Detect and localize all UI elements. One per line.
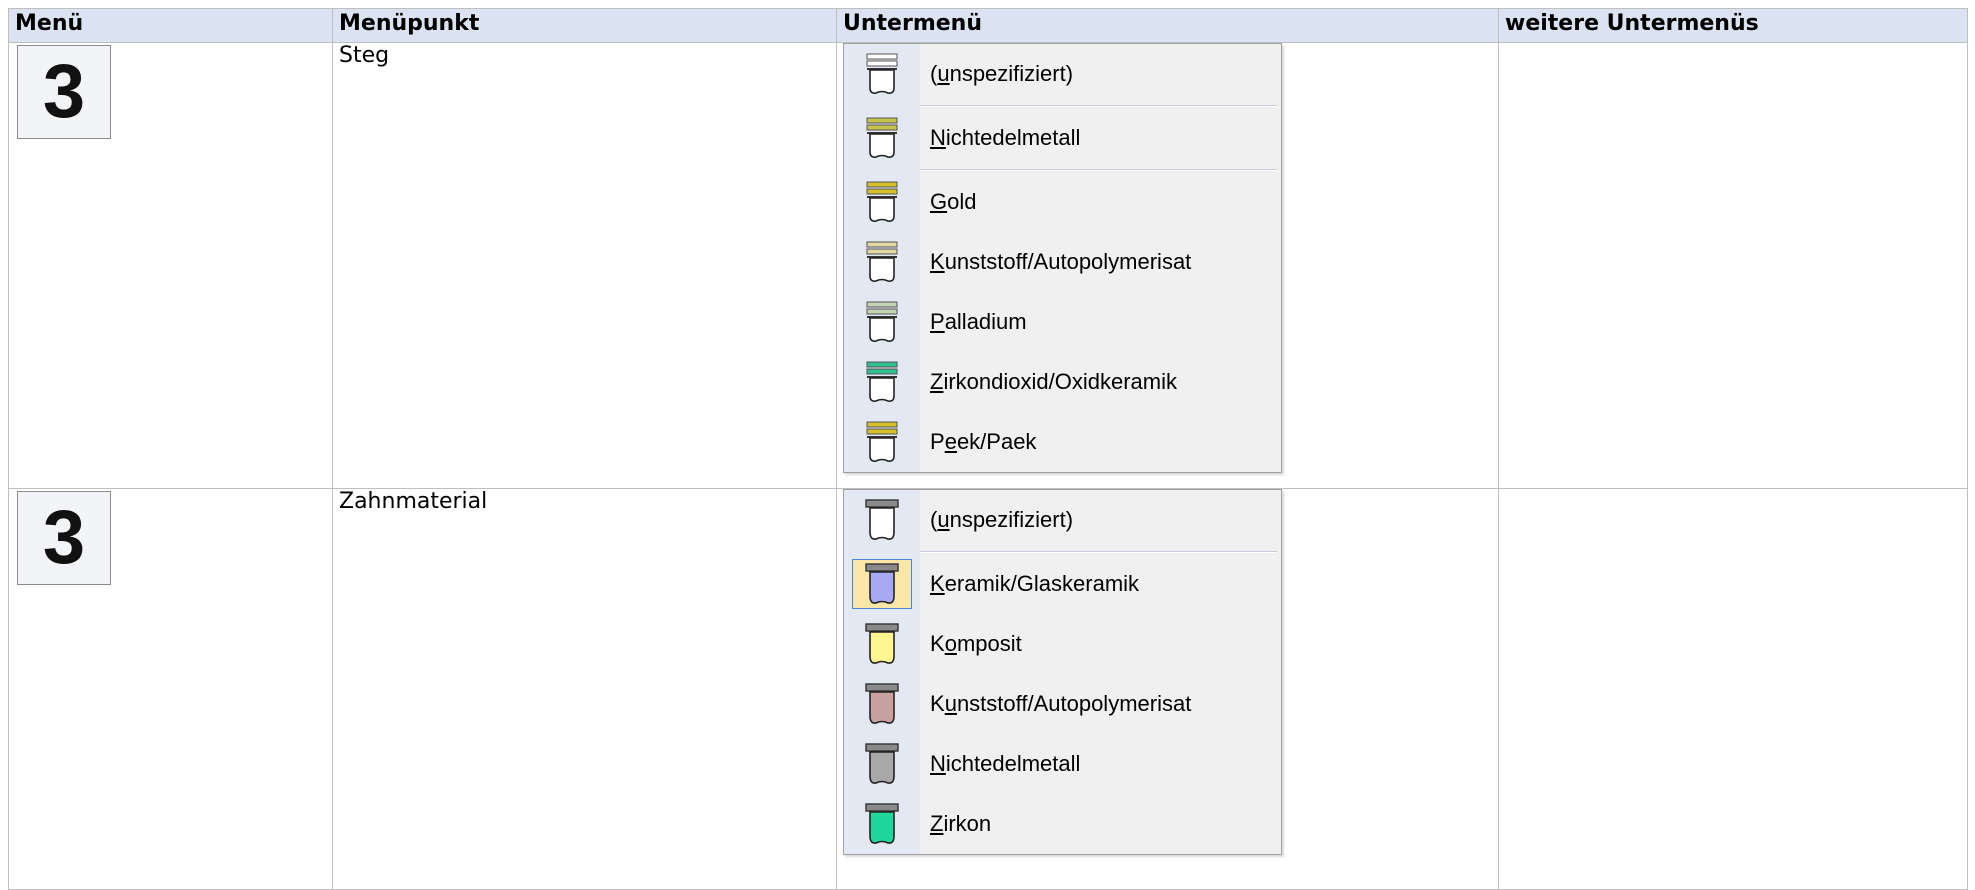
table-row: 3 Steg (unspezifiziert) Nichtedelmetall Go… xyxy=(8,42,1968,489)
label-text: ichtedelmetall xyxy=(945,125,1081,150)
bar-zirconia-icon xyxy=(844,360,920,404)
bar-unspecified-icon xyxy=(844,52,920,96)
tooth-base-metal-icon xyxy=(844,742,920,786)
label-text: alladium xyxy=(944,309,1027,334)
table-row: 3 Zahnmaterial (unspezifiziert) Keramik/G… xyxy=(8,488,1968,890)
menu-item[interactable]: Zirkon xyxy=(844,794,1281,854)
tooth-composite-icon xyxy=(844,622,920,666)
submenu-cell: (unspezifiziert) Nichtedelmetall Gold Kunst… xyxy=(836,42,1499,489)
label-text: ek/Paek xyxy=(956,429,1037,454)
accelerator-key: Z xyxy=(930,369,944,394)
label-text: nststoff/Autopolymerisat xyxy=(956,691,1192,716)
bar-plastic-icon xyxy=(844,240,920,284)
menu-cell: 3 xyxy=(8,42,333,489)
accelerator-key: K xyxy=(930,571,945,596)
tooth-unspecified-icon xyxy=(844,498,920,542)
accelerator-key: G xyxy=(930,189,948,214)
menu-item[interactable]: Palladium xyxy=(844,292,1281,352)
label-text: nspezifiziert) xyxy=(949,61,1074,86)
menu-item[interactable]: (unspezifiziert) xyxy=(844,490,1281,550)
menu-number-icon: 3 xyxy=(17,45,111,139)
menu-item[interactable]: Kunststoff/Autopolymerisat xyxy=(844,232,1281,292)
bar-gold-icon xyxy=(844,180,920,224)
menu-item[interactable]: Nichtedelmetall xyxy=(844,734,1281,794)
header-submenu: Untermenü xyxy=(836,8,1499,43)
bar-palladium-icon xyxy=(844,300,920,344)
accelerator-key: u xyxy=(937,61,950,86)
menu-item-label: (unspezifiziert) xyxy=(930,507,1073,533)
tooth-ceramic-icon xyxy=(844,559,920,609)
header-further-submenus: weitere Untermenüs xyxy=(1498,8,1968,43)
accelerator-key: N xyxy=(930,751,946,776)
label-text: irkon xyxy=(943,811,992,836)
menu-item[interactable]: (unspezifiziert) xyxy=(844,44,1281,104)
bar-base-metal-icon xyxy=(844,116,920,160)
table-header-row: Menü Menüpunkt Untermenü weitere Unterme… xyxy=(8,8,1968,43)
label-text: K xyxy=(930,691,945,716)
menu-item-label: Zirkondioxid/Oxidkeramik xyxy=(930,369,1177,395)
label-text: K xyxy=(930,631,945,656)
menu-item[interactable]: Keramik/Glaskeramik xyxy=(844,554,1281,614)
accelerator-key: K xyxy=(930,249,945,274)
header-menu: Menü xyxy=(8,8,333,43)
label-text: unststoff/Autopolymerisat xyxy=(944,249,1192,274)
label-text: old xyxy=(947,189,977,214)
accelerator-key: u xyxy=(937,507,950,532)
label-text: ichtedelmetall xyxy=(945,751,1081,776)
label-text: eramik/Glaskeramik xyxy=(944,571,1140,596)
label-text: P xyxy=(930,429,945,454)
menu-item-label: Gold xyxy=(930,189,976,215)
menu-item[interactable]: Zirkondioxid/Oxidkeramik xyxy=(844,352,1281,412)
menu-item-label: Nichtedelmetall xyxy=(930,751,1080,777)
menu-item-label: Kunststoff/Autopolymerisat xyxy=(930,691,1191,717)
submenu-cell: (unspezifiziert) Keramik/Glaskeramik Kompo… xyxy=(836,488,1499,890)
selected-item-highlight xyxy=(852,559,912,609)
menu-documentation-table: Menü Menüpunkt Untermenü weitere Unterme… xyxy=(8,8,1968,890)
menuitem-cell: Zahnmaterial xyxy=(332,488,837,890)
menu-item-label: Zirkon xyxy=(930,811,991,837)
header-menuitem: Menüpunkt xyxy=(332,8,837,43)
label-text: mposit xyxy=(956,631,1022,656)
menu-number-icon: 3 xyxy=(17,491,111,585)
label-text: irkondioxid/Oxidkeramik xyxy=(943,369,1177,394)
context-menu-popup: (unspezifiziert) Keramik/Glaskeramik Kompo… xyxy=(843,489,1282,855)
menu-item[interactable]: Komposit xyxy=(844,614,1281,674)
menuitem-cell: Steg xyxy=(332,42,837,489)
label-text: nspezifiziert) xyxy=(949,507,1074,532)
tooth-zirconia-icon xyxy=(844,802,920,846)
tooth-plastic-icon xyxy=(844,682,920,726)
menu-item-label: Keramik/Glaskeramik xyxy=(930,571,1139,597)
menu-item-label: (unspezifiziert) xyxy=(930,61,1073,87)
accelerator-key: e xyxy=(944,429,957,454)
further-submenus-cell xyxy=(1498,488,1968,890)
menu-item-label: Komposit xyxy=(930,631,1022,657)
menu-item-label: Peek/Paek xyxy=(930,429,1036,455)
menu-item-label: Kunststoff/Autopolymerisat xyxy=(930,249,1191,275)
menu-item[interactable]: Gold xyxy=(844,172,1281,232)
menu-item-label: Palladium xyxy=(930,309,1027,335)
menu-item[interactable]: Nichtedelmetall xyxy=(844,108,1281,168)
accelerator-key: o xyxy=(944,631,957,656)
accelerator-key: u xyxy=(944,691,957,716)
further-submenus-cell xyxy=(1498,42,1968,489)
menu-item-label: Nichtedelmetall xyxy=(930,125,1080,151)
menu-cell: 3 xyxy=(8,488,333,890)
accelerator-key: P xyxy=(930,309,945,334)
context-menu-popup: (unspezifiziert) Nichtedelmetall Gold Kunst… xyxy=(843,43,1282,473)
accelerator-key: N xyxy=(930,125,946,150)
accelerator-key: Z xyxy=(930,811,944,836)
menu-item[interactable]: Peek/Paek xyxy=(844,412,1281,472)
menu-item[interactable]: Kunststoff/Autopolymerisat xyxy=(844,674,1281,734)
bar-peek-icon xyxy=(844,420,920,464)
